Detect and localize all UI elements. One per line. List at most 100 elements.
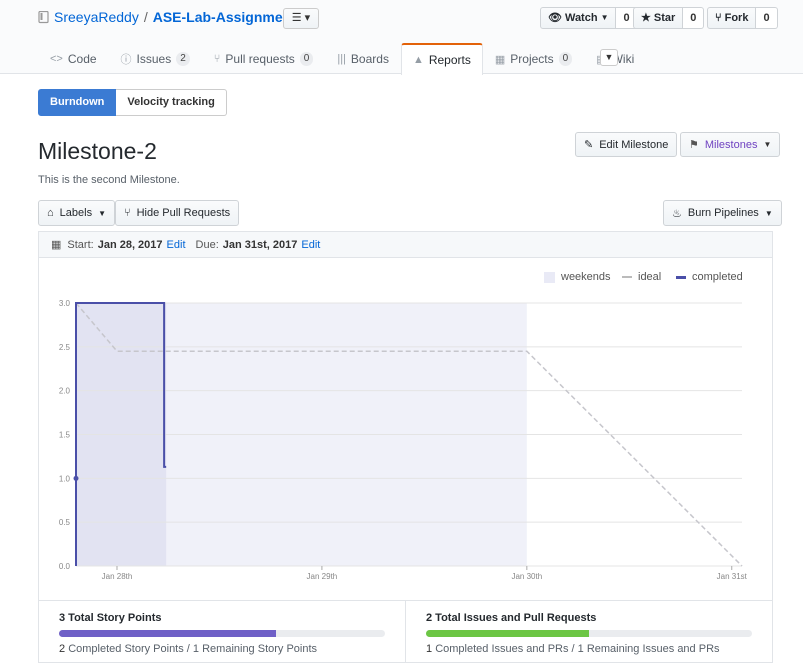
- legend-ideal-label: ideal: [638, 271, 662, 283]
- list-icon: ☰ ▾: [291, 12, 311, 24]
- tab-code-label: Code: [67, 52, 97, 66]
- calendar-icon: ▦: [51, 239, 62, 251]
- story-points-stat: 3 Total Story Points 2 Completed Story P…: [39, 601, 405, 662]
- tab-projects[interactable]: ▦ Projects 0: [483, 43, 584, 74]
- start-label: Start:: [67, 238, 94, 251]
- due-label: Due:: [195, 238, 219, 251]
- star-icon: ★: [641, 12, 651, 24]
- pr-count-badge: 0: [299, 52, 314, 66]
- chevron-down-icon: ▼: [763, 140, 772, 149]
- watch-group: 👁 Watch ▼ 0: [540, 7, 638, 29]
- legend-weekends-label: weekends: [561, 271, 611, 283]
- story-points-sep: /: [183, 643, 193, 655]
- chevron-down-icon: ▼: [600, 13, 609, 22]
- completed-swatch: [676, 275, 686, 279]
- start-date: Jan 28, 2017: [97, 238, 163, 251]
- issues-done-text: Completed Issues and PRs: [435, 643, 569, 655]
- star-button[interactable]: ★ Star: [633, 7, 684, 29]
- issues-title: 2 Total Issues and Pull Requests: [426, 612, 597, 624]
- issues-count-badge: 2: [176, 52, 190, 66]
- legend-completed-label: completed: [692, 271, 743, 283]
- tab-pull-requests[interactable]: ⑂ Pull requests 0: [202, 43, 326, 74]
- story-points-done-text: Completed Story Points: [68, 643, 184, 655]
- hide-prs-label: Hide Pull Requests: [136, 207, 231, 219]
- repo-header: SreeyaReddy / ASE-Lab-Assignments ☰ ▾ 👁 W…: [0, 0, 803, 75]
- eye-icon: 👁: [548, 12, 562, 24]
- reports-icon: ▲: [412, 54, 424, 66]
- star-count[interactable]: 0: [683, 7, 705, 29]
- tab-code[interactable]: <> Code: [38, 43, 109, 74]
- chevron-down-icon: ▼: [98, 208, 106, 218]
- fork-icon: ⑂: [715, 12, 722, 24]
- pull-request-icon: ⑂: [124, 207, 131, 219]
- edit-start-link[interactable]: Edit: [167, 239, 186, 251]
- boards-icon: |||: [337, 53, 346, 65]
- issues-remaining: 1 Remaining Issues and PRs: [577, 643, 720, 655]
- more-tabs-button[interactable]: ▼: [600, 49, 618, 66]
- summary-stats: 3 Total Story Points 2 Completed Story P…: [38, 600, 773, 663]
- story-points-progress: [59, 630, 385, 637]
- legend-weekends: weekends: [544, 271, 611, 283]
- tab-pull-requests-label: Pull requests: [225, 52, 295, 66]
- edit-due-link[interactable]: Edit: [301, 239, 320, 251]
- issues-progress: [426, 630, 752, 637]
- issues-sep: /: [568, 643, 578, 655]
- burn-pipelines-dropdown[interactable]: ♨ Burn Pipelines ▼: [663, 200, 782, 226]
- issues-detail: 1 Completed Issues and PRs / 1 Remaining…: [426, 643, 752, 655]
- star-group: ★ Star 0: [633, 7, 705, 29]
- milestone-description: This is the second Milestone.: [38, 174, 180, 186]
- legend-ideal: ideal: [622, 271, 661, 283]
- burndown-tab[interactable]: Burndown: [38, 89, 117, 116]
- repo-name-link[interactable]: ASE-Lab-Assignments: [153, 9, 304, 25]
- tab-reports-label: Reports: [428, 53, 471, 67]
- velocity-tracking-tab[interactable]: Velocity tracking: [116, 89, 227, 116]
- weekends-swatch: [544, 271, 555, 283]
- tab-issues-label: Issues: [136, 52, 172, 66]
- watch-button[interactable]: 👁 Watch ▼: [540, 7, 617, 29]
- edit-milestone-button[interactable]: ✎ Edit Milestone: [575, 132, 678, 157]
- milestone-title: Milestone-2: [38, 138, 157, 164]
- fork-label: Fork: [724, 12, 749, 24]
- labels-dropdown[interactable]: ⌂ Labels ▼: [38, 200, 115, 226]
- repo-title: SreeyaReddy / ASE-Lab-Assignments: [38, 9, 304, 25]
- milestone-icon: ⚑: [689, 139, 699, 151]
- report-type-toggle: Burndown Velocity tracking: [38, 89, 227, 116]
- code-icon: <>: [50, 53, 63, 65]
- repo-owner-link[interactable]: SreeyaReddy: [54, 9, 139, 25]
- burn-pipelines-label: Burn Pipelines: [687, 207, 759, 219]
- repo-separator: /: [143, 9, 148, 25]
- burndown-chart-panel: [38, 258, 773, 600]
- milestone-dates: ▦ Start: Jan 28, 2017 Edit Due: Jan 31st…: [38, 231, 773, 258]
- repo-icon: [38, 10, 49, 23]
- tab-reports[interactable]: ▲ Reports: [400, 43, 483, 75]
- edit-milestone-label: Edit Milestone: [599, 138, 669, 151]
- tab-projects-label: Projects: [510, 52, 554, 66]
- hide-pull-requests-button[interactable]: ⑂ Hide Pull Requests: [115, 200, 240, 226]
- tab-issues[interactable]: ⓘ Issues 2: [109, 43, 202, 74]
- due-date: Jan 31st, 2017: [222, 238, 298, 251]
- tab-boards[interactable]: ||| Boards: [325, 43, 401, 74]
- fork-count[interactable]: 0: [756, 7, 778, 29]
- story-points-title: 3 Total Story Points: [59, 612, 162, 624]
- milestones-dropdown[interactable]: ⚑ Milestones ▼: [680, 132, 781, 157]
- story-points-detail: 2 Completed Story Points / 1 Remaining S…: [59, 643, 385, 655]
- watch-label: Watch: [564, 12, 598, 24]
- chevron-down-icon: ▼: [604, 52, 614, 62]
- fork-group: ⑂ Fork 0: [707, 7, 778, 29]
- fork-button[interactable]: ⑂ Fork: [707, 7, 757, 29]
- issues-progress-fill: [426, 630, 589, 637]
- issues-done-count: 1: [426, 643, 433, 655]
- repo-menu-button[interactable]: ☰ ▾: [283, 8, 319, 29]
- story-points-remaining: 1 Remaining Story Points: [192, 643, 318, 655]
- labels-label: Labels: [59, 207, 93, 219]
- issues-stat: 2 Total Issues and Pull Requests 1 Compl…: [405, 601, 772, 662]
- story-points-done-count: 2: [59, 643, 66, 655]
- ideal-swatch: [622, 276, 632, 278]
- legend-completed: completed: [676, 271, 743, 283]
- projects-count-badge: 0: [558, 52, 573, 66]
- projects-icon: ▦: [494, 53, 506, 66]
- star-label: Star: [653, 12, 676, 24]
- chevron-down-icon: ▼: [764, 208, 773, 218]
- story-points-progress-fill: [59, 630, 277, 637]
- tag-icon: ⌂: [47, 207, 54, 219]
